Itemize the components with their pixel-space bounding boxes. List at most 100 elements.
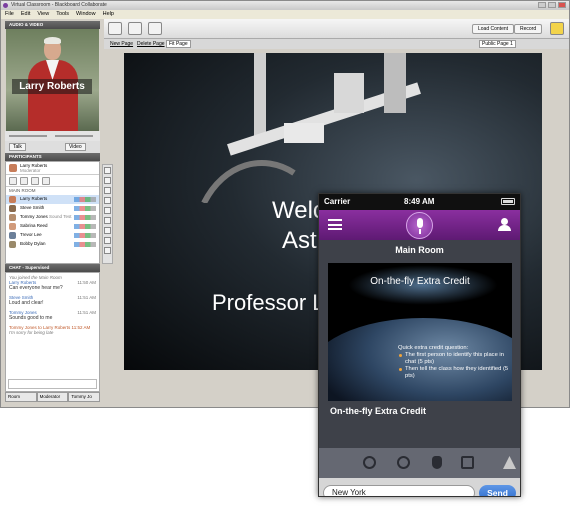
clock-icon[interactable] bbox=[397, 456, 410, 469]
chat-input-field[interactable]: New York bbox=[323, 485, 475, 496]
send-button[interactable]: Send bbox=[479, 485, 516, 496]
slide-presenter-line: Professor L bbox=[212, 290, 325, 315]
clipart-tool-icon[interactable] bbox=[104, 247, 111, 254]
clock: 8:49 AM bbox=[404, 197, 435, 206]
record-button[interactable]: Record bbox=[514, 24, 543, 34]
volume-sliders bbox=[5, 131, 100, 141]
emoticon-icon[interactable] bbox=[20, 177, 28, 185]
microphone-icon[interactable] bbox=[406, 212, 433, 239]
chat-private-message: Tommy Jones to Larry Roberts 11:52 AM I'… bbox=[9, 325, 91, 335]
menu-tools[interactable]: Tools bbox=[56, 10, 69, 19]
participant-row[interactable]: Bobby Dylan bbox=[6, 240, 99, 249]
mic-volume-slider[interactable] bbox=[55, 135, 93, 137]
app-logo-icon bbox=[3, 3, 8, 8]
chat-panel: You joined the Main Room Larry Roberts 11… bbox=[5, 272, 100, 392]
screenshot-tool-icon[interactable] bbox=[104, 237, 111, 244]
raise-hand-icon[interactable] bbox=[9, 177, 17, 185]
carrier-label: Carrier bbox=[324, 197, 351, 206]
chat-panel-title: CHAT - Supervised bbox=[5, 264, 100, 272]
participant-row[interactable]: Sabrina Reed bbox=[6, 222, 99, 231]
current-user: Larry Roberts Moderator bbox=[6, 162, 99, 175]
participants-panel-title: PARTICIPANTS bbox=[5, 153, 100, 161]
chevron-up-icon[interactable] bbox=[503, 456, 516, 469]
delete-page-button[interactable]: Delete Page bbox=[137, 39, 165, 49]
approve-icon[interactable] bbox=[31, 177, 39, 185]
emoticon-icon[interactable] bbox=[363, 456, 376, 469]
room-title: Main Room bbox=[395, 245, 444, 255]
image-tool-icon[interactable] bbox=[104, 227, 111, 234]
menu-icon[interactable] bbox=[328, 219, 342, 230]
page-select[interactable]: Public Page 1 bbox=[479, 40, 516, 48]
text-tool-icon[interactable] bbox=[104, 197, 111, 204]
chat-message: Steve Smith 11:51 AM Loud and clear! bbox=[9, 295, 96, 306]
shared-slide: On-the-fly Extra Credit Quick extra cred… bbox=[328, 263, 512, 401]
video-button[interactable]: Video bbox=[65, 143, 86, 151]
participant-actions bbox=[6, 175, 99, 187]
battery-icon bbox=[501, 198, 515, 205]
tab-moderator[interactable]: Moderator bbox=[36, 392, 69, 402]
select-tool-icon[interactable] bbox=[104, 167, 111, 174]
participant-row[interactable]: Larry Roberts bbox=[6, 195, 99, 204]
app-nav-bar bbox=[319, 210, 520, 240]
left-panel: AUDIO & VIDEO Larry Roberts Talk Video P… bbox=[5, 21, 101, 407]
pointer-tool-icon[interactable] bbox=[104, 177, 111, 184]
raise-hand-icon[interactable] bbox=[432, 456, 442, 469]
whiteboard-icon[interactable] bbox=[108, 22, 122, 35]
tab-tommy[interactable]: Tommy Jo bbox=[68, 392, 101, 402]
chat-message: Tommy Jones 11:51 AM Sounds good to me bbox=[9, 310, 96, 321]
slide-body: Quick extra credit question: The first p… bbox=[398, 345, 509, 379]
audio-video-panel-title: AUDIO & VIDEO bbox=[5, 21, 100, 29]
page-subbar: New Page Delete Page Fit Page Public Pag… bbox=[104, 39, 569, 49]
chat-input[interactable] bbox=[8, 379, 97, 389]
close-button[interactable] bbox=[558, 2, 566, 8]
presenter-name: Larry Roberts bbox=[12, 79, 92, 94]
participant-row[interactable]: Trevor Lee bbox=[6, 231, 99, 240]
speaker-volume-slider[interactable] bbox=[9, 135, 47, 137]
window-title: Virtual Classroom - Blackboard Collabora… bbox=[11, 2, 107, 8]
space-station-image bbox=[201, 53, 421, 203]
slide-title: On-the-fly Extra Credit bbox=[370, 276, 470, 287]
whiteboard-tools bbox=[102, 164, 113, 264]
web-tour-icon[interactable] bbox=[148, 22, 162, 35]
avatar bbox=[9, 164, 17, 172]
talk-button[interactable]: Talk bbox=[9, 143, 26, 151]
participants-icon[interactable] bbox=[497, 218, 512, 231]
menu-help[interactable]: Help bbox=[103, 10, 114, 19]
away-icon[interactable] bbox=[42, 177, 50, 185]
menu-view[interactable]: View bbox=[37, 10, 49, 19]
talk-video-row: Talk Video bbox=[5, 141, 100, 153]
menu-edit[interactable]: Edit bbox=[21, 10, 30, 19]
fit-page-select[interactable]: Fit Page bbox=[166, 40, 191, 48]
menu-window[interactable]: Window bbox=[76, 10, 96, 19]
tab-room[interactable]: Room bbox=[5, 392, 37, 402]
menu-file[interactable]: File bbox=[5, 10, 14, 19]
room-content: Main Room On-the-fly Extra Credit Quick … bbox=[319, 240, 520, 448]
bottom-tabs: Room Moderator Tommy Jo bbox=[5, 392, 101, 402]
participants-list: Larry Roberts Moderator MAIN ROOM Larry … bbox=[5, 161, 100, 264]
pen-tool-icon[interactable] bbox=[104, 187, 111, 194]
avatar bbox=[9, 205, 16, 212]
avatar bbox=[9, 214, 16, 221]
participant-row[interactable]: Steve Smith bbox=[6, 204, 99, 213]
shape-tool-icon[interactable] bbox=[104, 207, 111, 214]
recorder-icon[interactable] bbox=[550, 22, 564, 35]
window-titlebar: Virtual Classroom - Blackboard Collabora… bbox=[1, 1, 569, 10]
maximize-button[interactable] bbox=[548, 2, 556, 8]
presenter-video: Larry Roberts bbox=[6, 29, 99, 131]
avatar bbox=[9, 196, 16, 203]
ios-status-bar: Carrier 8:49 AM bbox=[319, 194, 520, 210]
avatar bbox=[9, 223, 16, 230]
mobile-app-overlay: Carrier 8:49 AM Main Room On-the-fly Ext… bbox=[318, 193, 521, 497]
check-icon[interactable] bbox=[461, 456, 474, 469]
content-title: On-the-fly Extra Credit bbox=[330, 406, 427, 416]
minimize-button[interactable] bbox=[538, 2, 546, 8]
new-page-button[interactable]: New Page bbox=[110, 39, 133, 49]
avatar bbox=[9, 232, 16, 239]
load-content-button[interactable]: Load Content bbox=[472, 24, 515, 34]
chat-message: Larry Roberts 11:50 AM Can everyone hear … bbox=[9, 280, 96, 291]
app-share-icon[interactable] bbox=[128, 22, 142, 35]
main-toolbar: Load Content Record bbox=[104, 19, 569, 39]
participant-row[interactable]: Tommy Jones Sound Test bbox=[6, 213, 99, 222]
action-bar bbox=[319, 448, 520, 478]
line-tool-icon[interactable] bbox=[104, 217, 111, 224]
